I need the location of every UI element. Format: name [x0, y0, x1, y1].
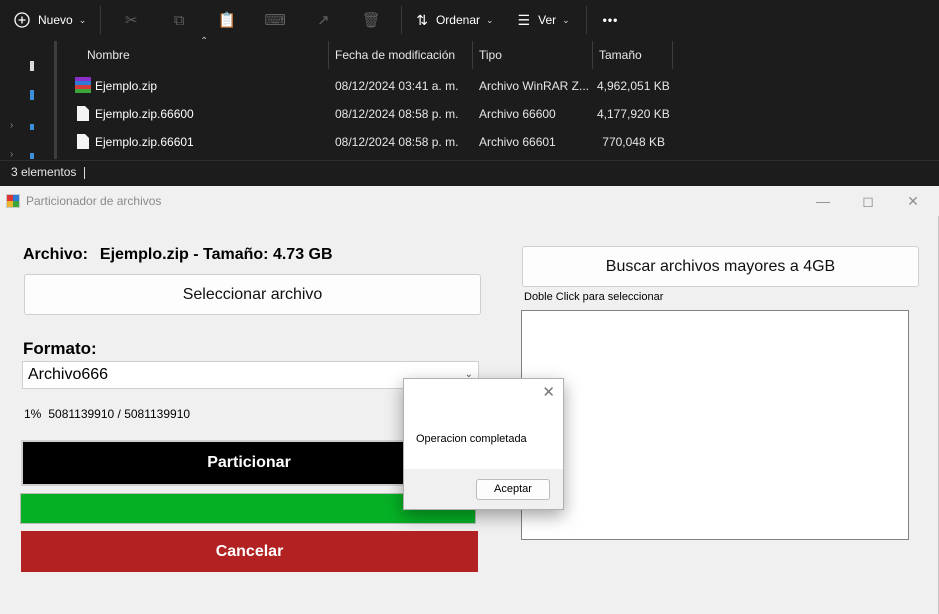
copy-icon[interactable]: ⧉ — [155, 12, 203, 29]
column-header-type[interactable]: Tipo — [473, 41, 502, 69]
file-explorer: Nuevo ⌄ ✂ ⧉ 📋 ⌨ ↗ 🗑 ⇅ Ordenar ⌄ ☰ Ver ⌄ — [0, 0, 939, 185]
file-name: Ejemplo.zip — [95, 79, 158, 93]
column-header-size[interactable]: Tamaño — [593, 41, 642, 69]
column-header-date[interactable]: Fecha de modificación — [329, 41, 455, 69]
share-icon[interactable]: ↗ — [299, 11, 347, 29]
progress-percent: 1% — [24, 407, 42, 421]
dialog-body: ✕ Operacion completada — [404, 379, 563, 469]
file-type: Archivo 66601 — [479, 135, 556, 149]
expand-chevron-icon[interactable]: › — [10, 120, 13, 131]
file-icon — [77, 106, 89, 121]
file-name: Ejemplo.zip.66600 — [95, 107, 194, 121]
file-size: 4,962,051 KB — [597, 79, 670, 93]
winrar-icon — [75, 77, 91, 93]
navigation-pane: › › — [0, 41, 57, 160]
sort-ascending-icon: ⌃ — [200, 36, 209, 47]
new-label: Nuevo — [38, 13, 73, 27]
file-row[interactable]: Ejemplo.zip 08/12/2024 03:41 a. m. Archi… — [57, 72, 939, 100]
title-bar[interactable]: Particionador de archivos — ◻ ✕ — [0, 186, 939, 216]
view-label: Ver — [538, 13, 557, 27]
file-icon — [77, 134, 89, 149]
dialog-message: Operacion completada — [416, 433, 527, 445]
more-options-button[interactable]: ••• — [587, 0, 619, 40]
column-divider[interactable] — [672, 41, 673, 69]
cut-icon[interactable]: ✂ — [107, 11, 155, 29]
chevron-down-icon: ⌄ — [486, 14, 494, 25]
chevron-down-icon: ⌄ — [562, 14, 570, 25]
new-button[interactable]: Nuevo ⌄ — [0, 0, 100, 40]
file-label: Archivo: — [23, 246, 88, 263]
paste-icon[interactable]: 📋 — [203, 11, 251, 29]
file-date: 08/12/2024 08:58 p. m. — [335, 107, 459, 121]
file-type: Archivo WinRAR Z... — [479, 79, 590, 93]
file-name: Ejemplo.zip.66601 — [95, 135, 194, 149]
file-row[interactable]: Ejemplo.zip.66601 08/12/2024 08:58 p. m.… — [57, 128, 939, 156]
file-size: 4,177,920 KB — [597, 107, 670, 121]
file-type: Archivo 66600 — [479, 107, 556, 121]
sort-button[interactable]: ⇅ Ordenar ⌄ — [402, 0, 507, 40]
close-icon[interactable]: ✕ — [542, 383, 555, 401]
file-row[interactable]: Ejemplo.zip.66600 08/12/2024 08:58 p. m.… — [57, 100, 939, 128]
drive-icon[interactable] — [30, 90, 34, 100]
toolbar-divider — [100, 6, 102, 34]
column-header-name[interactable]: Nombre — [81, 41, 130, 69]
more-icon: ••• — [602, 13, 619, 27]
delete-icon[interactable]: 🗑 — [347, 11, 395, 29]
item-count: 3 elementos — [11, 165, 77, 179]
ok-button[interactable]: Aceptar — [476, 479, 550, 500]
format-value: Archivo666 — [28, 366, 109, 383]
cancel-button[interactable]: Cancelar — [21, 531, 478, 572]
file-date: 08/12/2024 08:58 p. m. — [335, 135, 459, 149]
drive-icon[interactable] — [30, 153, 34, 159]
status-bar: 3 elementos — [0, 160, 939, 184]
file-info-label: Archivo: Ejemplo.zip - Tamaño: 4.73 GB — [23, 246, 333, 264]
plus-circle-icon — [14, 12, 30, 28]
file-size: 770,048 KB — [602, 135, 665, 149]
completion-dialog: ✕ Operacion completada Aceptar — [403, 378, 564, 510]
view-icon: ☰ — [517, 11, 531, 28]
large-files-list[interactable] — [521, 310, 909, 540]
chevron-down-icon: ⌄ — [78, 14, 87, 25]
close-button[interactable]: ✕ — [890, 186, 936, 216]
expand-chevron-icon[interactable]: › — [10, 149, 13, 160]
double-click-hint: Doble Click para seleccionar — [524, 291, 664, 303]
select-file-button[interactable]: Seleccionar archivo — [24, 274, 481, 315]
window-title: Particionador de archivos — [26, 194, 162, 208]
progress-label: 1% 5081139910 / 5081139910 — [24, 407, 190, 421]
folder-icon[interactable] — [30, 61, 34, 71]
file-date: 08/12/2024 03:41 a. m. — [335, 79, 459, 93]
column-headers: Nombre Fecha de modificación Tipo Tamaño — [57, 41, 939, 69]
explorer-toolbar: Nuevo ⌄ ✂ ⧉ 📋 ⌨ ↗ 🗑 ⇅ Ordenar ⌄ ☰ Ver ⌄ — [0, 0, 939, 40]
screen: Nuevo ⌄ ✂ ⧉ 📋 ⌨ ↗ 🗑 ⇅ Ordenar ⌄ ☰ Ver ⌄ — [0, 0, 939, 614]
minimize-button[interactable]: — — [800, 186, 846, 216]
app-icon — [6, 194, 20, 208]
sort-label: Ordenar — [435, 13, 480, 27]
search-large-files-button[interactable]: Buscar archivos mayores a 4GB — [522, 246, 919, 287]
status-divider — [84, 166, 86, 179]
maximize-button[interactable]: ◻ — [845, 186, 891, 216]
sort-icon: ⇅ — [416, 11, 428, 28]
progress-bytes: 5081139910 / 5081139910 — [48, 407, 191, 421]
view-button[interactable]: ☰ Ver ⌄ — [508, 0, 586, 40]
network-icon[interactable] — [30, 124, 34, 130]
format-label: Formato: — [23, 339, 97, 358]
file-info: Ejemplo.zip - Tamaño: 4.73 GB — [99, 246, 333, 263]
rename-icon[interactable]: ⌨ — [251, 11, 299, 29]
